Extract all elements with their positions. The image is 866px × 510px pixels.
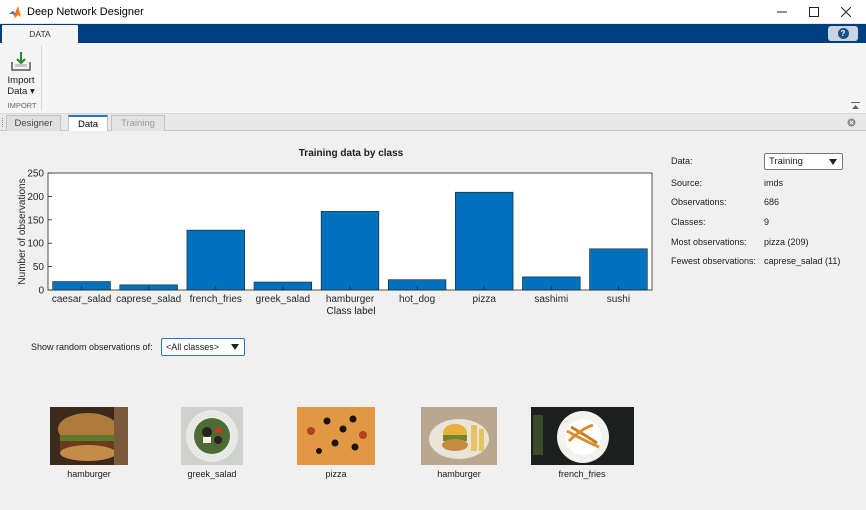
ribbon-tab-data[interactable]: DATA <box>2 25 78 43</box>
maximize-button[interactable] <box>798 0 830 24</box>
document-tab-bar: Designer Data Training <box>0 114 866 132</box>
title-bar: Deep Network Designer <box>0 0 866 24</box>
info-label-source: Source: <box>671 178 703 188</box>
x-tick-label: hot_dog <box>399 294 435 305</box>
info-value-source: imds <box>764 178 784 188</box>
tab-data[interactable]: Data <box>68 115 108 132</box>
bar-sushi <box>589 248 648 291</box>
thumbnail-image-french-fries <box>531 407 634 465</box>
info-value-fewest: caprese_salad (11) <box>764 256 841 266</box>
import-icon <box>11 52 31 71</box>
thumbnail-label: hamburger <box>437 469 481 479</box>
thumbnail-label: hamburger <box>67 469 111 479</box>
y-tick-label: 50 <box>33 262 45 273</box>
x-tick-label: greek_salad <box>256 294 310 305</box>
thumbnail-label: pizza <box>325 469 347 479</box>
data-source-select[interactable]: Training <box>764 153 843 170</box>
data-source-value: Training <box>769 156 803 167</box>
help-button[interactable]: ? <box>828 26 858 41</box>
thumbnail-image-hamburger <box>50 407 128 465</box>
info-value-observations: 686 <box>764 197 780 207</box>
class-bar-chart: 0 50 100 150 200 250Number of observations cae… <box>17 169 653 305</box>
close-tab-icon[interactable] <box>847 118 856 127</box>
ribbon-tab-strip: DATA ? <box>0 24 866 43</box>
x-axis-label: Class label <box>326 306 376 317</box>
info-value-classes: 9 <box>764 217 770 227</box>
minimize-icon <box>777 11 787 13</box>
close-icon <box>841 7 851 17</box>
import-group: Import Data ▾ IMPORT <box>2 45 42 111</box>
y-tick-label: 0 <box>38 286 44 297</box>
thumbnail-image-pizza <box>297 407 375 465</box>
x-tick-label: caprese_salad <box>116 294 181 305</box>
import-label-line1: Import <box>7 75 35 86</box>
info-value-most: pizza (209) <box>764 237 809 247</box>
x-tick-label: caesar_salad <box>52 294 111 305</box>
info-label-fewest: Fewest observations: <box>671 256 757 266</box>
import-group-label: IMPORT <box>7 101 37 110</box>
x-tick-label: pizza <box>473 294 497 305</box>
bar-pizza <box>455 191 514 291</box>
tab-designer[interactable]: Designer <box>6 115 61 131</box>
maximize-icon <box>809 7 819 17</box>
thumbnail-label: french_fries <box>558 469 606 479</box>
help-icon: ? <box>837 28 849 39</box>
y-axis-label: Number of observations <box>17 178 28 284</box>
class-filter-select[interactable]: <All classes> <box>161 338 245 356</box>
thumbnail-image-hamburger-2 <box>421 407 497 465</box>
chevron-down-icon <box>829 159 837 165</box>
matlab-logo-icon <box>9 6 21 18</box>
bar-hamburger <box>320 211 380 291</box>
random-observations-label: Show random observations of: <box>31 342 153 352</box>
x-tick-label: sashimi <box>534 294 568 305</box>
info-label-classes: Classes: <box>671 217 706 227</box>
tab-training[interactable]: Training <box>111 115 165 131</box>
y-tick-label: 150 <box>27 215 44 226</box>
thumbnail-label: greek_salad <box>187 469 237 479</box>
chart-title: Training data by class <box>298 148 404 159</box>
thumbnail-image-greek-salad <box>181 407 243 465</box>
y-tick-label: 100 <box>27 239 44 250</box>
collapse-toolstrip-icon[interactable] <box>851 102 860 110</box>
info-label-observations: Observations: <box>671 197 727 207</box>
y-tick-label: 250 <box>27 169 44 180</box>
close-button[interactable] <box>830 0 862 24</box>
window-title: Deep Network Designer <box>27 6 144 18</box>
x-tick-label: hamburger <box>326 294 375 305</box>
x-tick-label: french_fries <box>190 294 242 305</box>
data-source-label: Data: <box>671 156 693 166</box>
data-panel: Training data by class 0 50 100 150 200 250 Nu… <box>0 131 866 510</box>
import-data-button[interactable]: Import Data ▾ <box>4 50 38 102</box>
toolstrip: Import Data ▾ IMPORT <box>0 43 866 114</box>
class-filter-value: <All classes> <box>166 342 220 352</box>
bar-french-fries <box>186 229 245 291</box>
y-tick-label: 200 <box>27 192 44 203</box>
import-label-line2: Data ▾ <box>7 86 35 97</box>
chevron-down-icon <box>231 344 239 350</box>
minimize-button[interactable] <box>766 0 798 24</box>
info-label-most: Most observations: <box>671 237 747 247</box>
tab-grip-handle <box>2 118 5 127</box>
x-tick-label: sushi <box>607 294 630 305</box>
